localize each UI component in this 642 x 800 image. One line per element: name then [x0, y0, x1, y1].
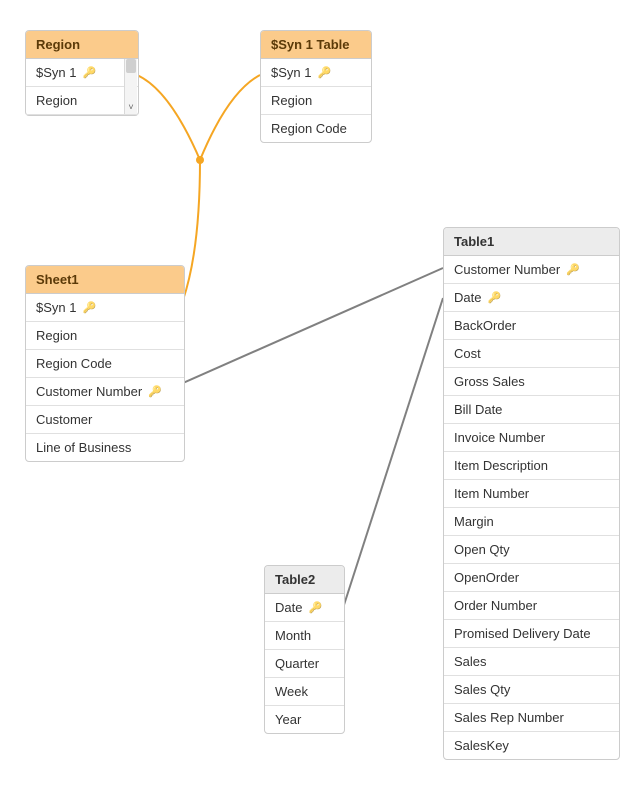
chevron-down-icon[interactable]: ˅ [125, 102, 137, 112]
field-label: Margin [454, 514, 494, 529]
key-icon: 🔑 [566, 263, 580, 276]
field-row[interactable]: Customer Number 🔑 [444, 256, 619, 284]
field-row[interactable]: Date 🔑 [265, 594, 344, 622]
field-row[interactable]: Year [265, 706, 344, 733]
key-icon: 🔑 [317, 66, 331, 79]
table-header[interactable]: Region [26, 31, 138, 59]
field-label: $Syn 1 [271, 65, 311, 80]
table-syn1[interactable]: $Syn 1 Table $Syn 1 🔑 Region Region Code [260, 30, 372, 143]
field-row[interactable]: Sales Rep Number [444, 704, 619, 732]
field-row[interactable]: Margin [444, 508, 619, 536]
field-row[interactable]: OpenOrder [444, 564, 619, 592]
table-title: Sheet1 [36, 272, 79, 287]
key-icon: 🔑 [308, 601, 322, 614]
field-label: $Syn 1 [36, 65, 76, 80]
field-label: Open Qty [454, 542, 510, 557]
field-row[interactable]: Sales [444, 648, 619, 676]
table-header[interactable]: Table2 [265, 566, 344, 594]
field-label: Date [454, 290, 481, 305]
field-label: Cost [454, 346, 481, 361]
field-label: Promised Delivery Date [454, 626, 591, 641]
field-row[interactable]: Region [26, 322, 184, 350]
field-row[interactable]: Customer Number 🔑 [26, 378, 184, 406]
field-row[interactable]: Line of Business [26, 434, 184, 461]
field-row[interactable]: Gross Sales [444, 368, 619, 396]
table-table1[interactable]: Table1 Customer Number 🔑 Date 🔑 BackOrde… [443, 227, 620, 760]
key-icon: 🔑 [82, 301, 96, 314]
field-label: Week [275, 684, 308, 699]
key-icon: 🔑 [487, 291, 501, 304]
key-icon: 🔑 [82, 66, 96, 79]
field-label: Region [36, 328, 77, 343]
field-row[interactable]: Item Number [444, 480, 619, 508]
field-row[interactable]: Cost [444, 340, 619, 368]
field-label: Bill Date [454, 402, 502, 417]
field-row[interactable]: Invoice Number [444, 424, 619, 452]
field-row[interactable]: Region Code [26, 350, 184, 378]
field-label: Year [275, 712, 301, 727]
field-row[interactable]: BackOrder [444, 312, 619, 340]
field-row[interactable]: $Syn 1 🔑 [26, 294, 184, 322]
field-label: Region Code [36, 356, 112, 371]
scrollbar[interactable]: ˅ [124, 59, 137, 114]
field-row[interactable]: Promised Delivery Date [444, 620, 619, 648]
field-row[interactable]: Order Number [444, 592, 619, 620]
field-label: Region [271, 93, 312, 108]
field-row[interactable]: Open Qty [444, 536, 619, 564]
table-title: Table2 [275, 572, 315, 587]
field-label: Order Number [454, 598, 537, 613]
data-model-canvas[interactable]: Region $Syn 1 🔑 Region ˅ $Syn 1 Table $S… [0, 0, 642, 800]
field-label: Date [275, 600, 302, 615]
field-row[interactable]: Date 🔑 [444, 284, 619, 312]
field-row[interactable]: Region [261, 87, 371, 115]
field-label: Month [275, 628, 311, 643]
table-header[interactable]: Sheet1 [26, 266, 184, 294]
field-label: Quarter [275, 656, 319, 671]
field-label: SalesKey [454, 738, 509, 753]
field-label: OpenOrder [454, 570, 519, 585]
table-sheet1[interactable]: Sheet1 $Syn 1 🔑 Region Region Code Custo… [25, 265, 185, 462]
field-row[interactable]: Quarter [265, 650, 344, 678]
field-row[interactable]: Region Code [261, 115, 371, 142]
field-row[interactable]: SalesKey [444, 732, 619, 759]
field-row[interactable]: Month [265, 622, 344, 650]
field-label: BackOrder [454, 318, 516, 333]
field-label: Sales [454, 654, 487, 669]
field-label: $Syn 1 [36, 300, 76, 315]
table-header[interactable]: $Syn 1 Table [261, 31, 371, 59]
field-label: Item Number [454, 486, 529, 501]
field-row[interactable]: Sales Qty [444, 676, 619, 704]
table-region[interactable]: Region $Syn 1 🔑 Region ˅ [25, 30, 139, 116]
field-row[interactable]: Week [265, 678, 344, 706]
field-row[interactable]: Customer [26, 406, 184, 434]
table-title: Region [36, 37, 80, 52]
table-title: Table1 [454, 234, 494, 249]
field-row[interactable]: Region [26, 87, 138, 115]
table-title: $Syn 1 Table [271, 37, 350, 52]
field-label: Item Description [454, 458, 548, 473]
field-row[interactable]: $Syn 1 🔑 [261, 59, 371, 87]
field-label: Invoice Number [454, 430, 545, 445]
table-header[interactable]: Table1 [444, 228, 619, 256]
field-row[interactable]: Bill Date [444, 396, 619, 424]
field-row[interactable]: Item Description [444, 452, 619, 480]
field-label: Region Code [271, 121, 347, 136]
key-icon: 🔑 [148, 385, 162, 398]
field-label: Sales Rep Number [454, 710, 564, 725]
field-label: Customer [36, 412, 92, 427]
field-row[interactable]: $Syn 1 🔑 [26, 59, 138, 87]
field-label: Customer Number [454, 262, 560, 277]
field-label: Sales Qty [454, 682, 510, 697]
field-label: Gross Sales [454, 374, 525, 389]
field-label: Line of Business [36, 440, 131, 455]
field-label: Customer Number [36, 384, 142, 399]
table-table2[interactable]: Table2 Date 🔑 Month Quarter Week Year [264, 565, 345, 734]
scroll-thumb[interactable] [126, 59, 136, 73]
field-label: Region [36, 93, 77, 108]
